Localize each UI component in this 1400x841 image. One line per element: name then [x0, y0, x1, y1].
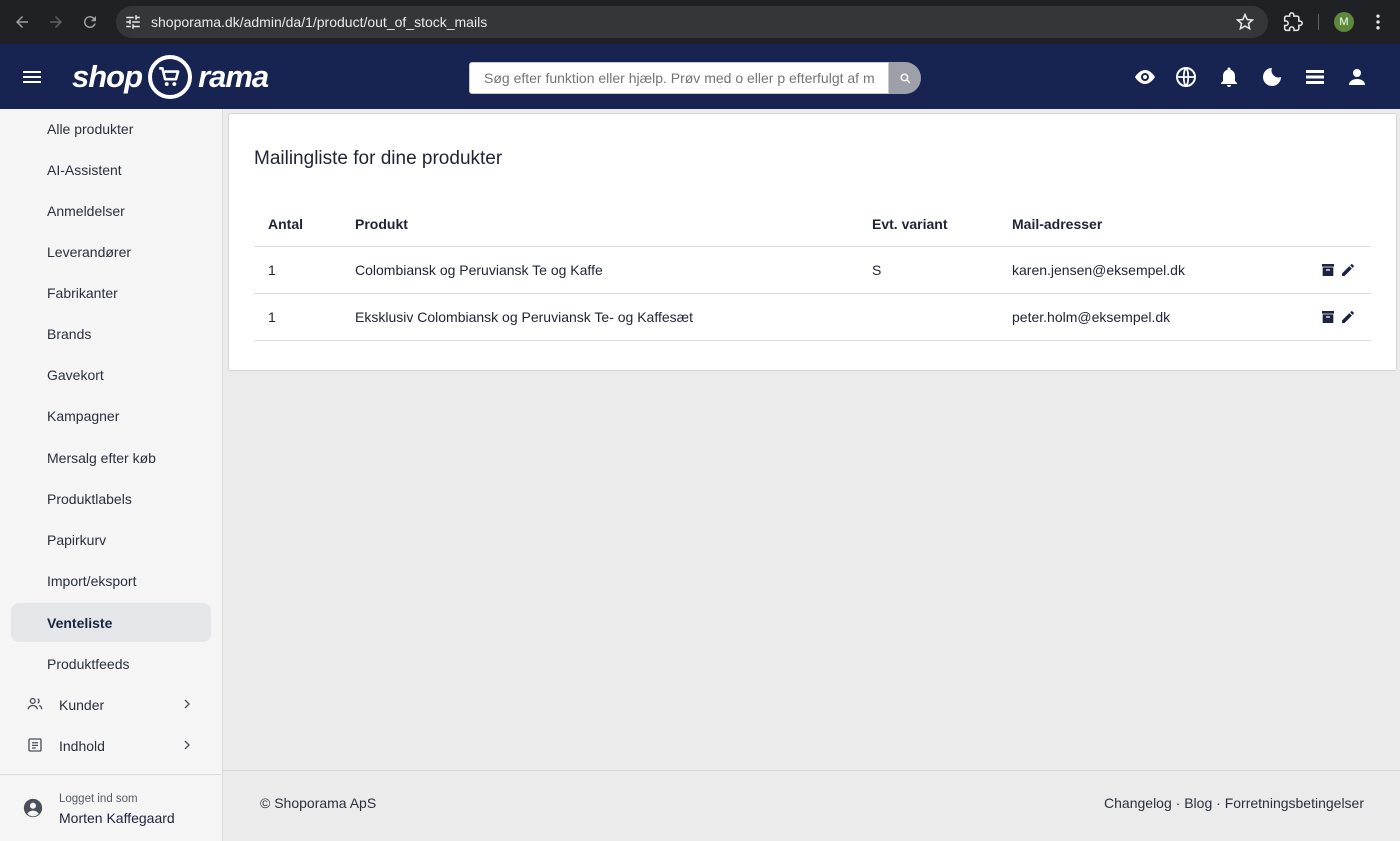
row-actions: [1320, 294, 1356, 340]
user-name: Morten Kaffegaard: [59, 810, 175, 826]
dark-mode-moon-icon[interactable]: [1259, 64, 1285, 90]
sidebar-item-alle-produkter[interactable]: Alle produkter: [11, 109, 211, 148]
table-row: 1 Eksklusiv Colombiansk og Peruviansk Te…: [254, 294, 1371, 341]
archive-icon[interactable]: [1320, 262, 1336, 278]
mailing-list-card: Mailingliste for dine produkter Antal Pr…: [228, 113, 1397, 371]
shoporama-logo[interactable]: shop rama: [72, 52, 269, 102]
sidebar-item-import-eksport[interactable]: Import/eksport: [11, 561, 211, 600]
footer-separator: ·: [1212, 795, 1225, 811]
page-title: Mailingliste for dine produkter: [254, 148, 503, 169]
sidebar-item-venteliste[interactable]: Venteliste: [11, 603, 211, 642]
search-bar: [469, 62, 921, 94]
column-header-produkt: Produkt: [355, 216, 408, 232]
footer-link-blog[interactable]: Blog: [1184, 795, 1212, 811]
forward-arrow-icon[interactable]: [44, 10, 68, 34]
reload-icon[interactable]: [78, 10, 102, 34]
search-icon: [900, 72, 910, 83]
sidebar-item-fabrikanter[interactable]: Fabrikanter: [11, 273, 211, 312]
url-path: /admin/da/1/product/out_of_stock_mails: [239, 14, 488, 30]
globe-icon[interactable]: [1173, 64, 1199, 90]
chevron-right-icon: [184, 699, 190, 709]
toolbar-divider: [1318, 14, 1319, 30]
cell-antal: 1: [268, 262, 276, 278]
waitlist-table: Antal Produkt Evt. variant Mail-adresser…: [254, 202, 1371, 341]
storage-list-icon[interactable]: [1302, 64, 1328, 90]
sidebar-item-anmeldelser[interactable]: Anmeldelser: [11, 191, 211, 230]
address-bar[interactable]: shoporama.dk/admin/da/1/product/out_of_s…: [116, 6, 1268, 38]
cell-mail: peter.holm@eksempel.dk: [1012, 309, 1171, 325]
cell-mail: karen.jensen@eksempel.dk: [1012, 262, 1185, 278]
logo-text-left: shop: [72, 59, 143, 94]
browser-menu-icon[interactable]: [1368, 12, 1388, 32]
user-caption: Logget ind som: [59, 793, 138, 805]
search-input[interactable]: [469, 62, 890, 94]
account-circle-icon: [23, 798, 43, 818]
sidebar-group-kunder[interactable]: Kunder: [11, 685, 211, 724]
chevron-right-icon: [184, 740, 190, 750]
footer-separator: ·: [1171, 795, 1185, 811]
sidebar-item-gavekort[interactable]: Gavekort: [11, 355, 211, 394]
sidebar-item-produktfeeds[interactable]: Produktfeeds: [11, 644, 211, 683]
table-row: 1 Colombiansk og Peruviansk Te og Kaffe …: [254, 247, 1371, 294]
edit-pencil-icon[interactable]: [1340, 309, 1356, 325]
archive-icon[interactable]: [1320, 309, 1336, 325]
site-settings-icon[interactable]: [124, 13, 142, 31]
logged-in-user[interactable]: Logget ind som Morten Kaffegaard: [0, 775, 223, 841]
cell-variant: S: [872, 262, 882, 278]
sidebar-group-label: Kunder: [59, 696, 105, 713]
footer-links: Changelog · Blog · Forretningsbetingelse…: [1104, 795, 1364, 811]
column-header-variant: Evt. variant: [872, 216, 948, 232]
bookmark-star-icon[interactable]: [1236, 13, 1254, 31]
cell-antal: 1: [268, 309, 276, 325]
url-host: shoporama.dk: [151, 14, 240, 30]
sidebar-item-mersalg[interactable]: Mersalg efter køb: [11, 438, 211, 477]
article-icon: [28, 738, 42, 752]
sidebar: Alle produkter AI-Assistent Anmeldelser …: [0, 109, 223, 841]
sidebar-item-brands[interactable]: Brands: [11, 314, 211, 353]
cell-produkt: Colombiansk og Peruviansk Te og Kaffe: [355, 262, 603, 278]
app-header: shop rama: [0, 44, 1400, 109]
column-header-mail: Mail-adresser: [1012, 216, 1103, 232]
cell-produkt: Eksklusiv Colombiansk og Peruviansk Te- …: [355, 309, 693, 325]
cart-logo-icon: [148, 55, 193, 99]
bell-icon[interactable]: [1216, 64, 1242, 90]
search-button[interactable]: [889, 62, 921, 94]
profile-avatar[interactable]: M: [1334, 12, 1354, 32]
copyright-text: © Shoporama ApS: [260, 795, 377, 811]
back-arrow-icon[interactable]: [10, 10, 34, 34]
logo-text-right: rama: [198, 59, 269, 94]
column-header-antal: Antal: [268, 216, 303, 232]
footer-link-changelog[interactable]: Changelog: [1104, 795, 1172, 811]
sidebar-item-ai-assistent[interactable]: AI-Assistent: [11, 150, 211, 189]
extensions-puzzle-icon[interactable]: [1283, 12, 1303, 32]
hamburger-menu-icon[interactable]: [20, 65, 44, 89]
sidebar-item-kampagner[interactable]: Kampagner: [11, 396, 211, 435]
sidebar-group-indhold[interactable]: Indhold: [11, 726, 211, 765]
sidebar-item-produktlabels[interactable]: Produktlabels: [11, 479, 211, 518]
people-icon: [27, 697, 43, 710]
eye-icon[interactable]: [1132, 64, 1158, 90]
url-text: shoporama.dk/admin/da/1/product/out_of_s…: [151, 14, 487, 30]
sidebar-item-leverandorer[interactable]: Leverandører: [11, 232, 211, 271]
footer: © Shoporama ApS Changelog · Blog · Forre…: [223, 770, 1400, 841]
table-header-row: Antal Produkt Evt. variant Mail-adresser: [254, 202, 1371, 247]
user-account-icon[interactable]: [1344, 64, 1370, 90]
sidebar-group-label: Indhold: [59, 737, 105, 754]
sidebar-item-papirkurv[interactable]: Papirkurv: [11, 520, 211, 559]
browser-toolbar: shoporama.dk/admin/da/1/product/out_of_s…: [0, 0, 1400, 44]
edit-pencil-icon[interactable]: [1340, 262, 1356, 278]
footer-link-terms[interactable]: Forretningsbetingelser: [1225, 795, 1364, 811]
row-actions: [1320, 247, 1356, 293]
